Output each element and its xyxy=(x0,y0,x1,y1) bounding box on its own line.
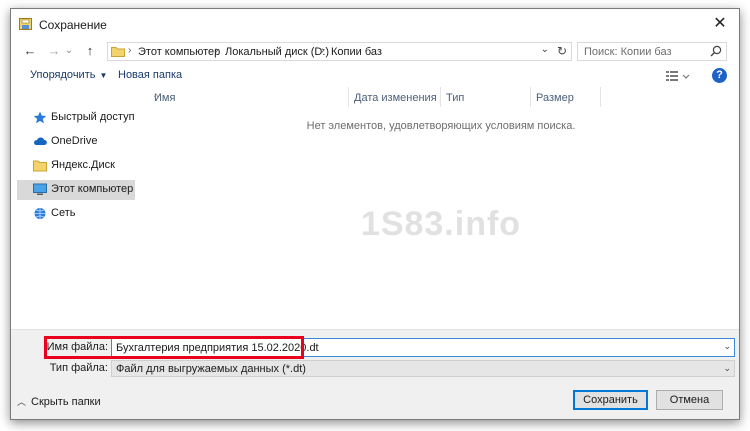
app-icon xyxy=(19,18,32,30)
sidebar-item-label: Быстрый доступ xyxy=(51,111,135,123)
sidebar-item-yandex-disk[interactable]: Яндекс.Диск xyxy=(17,156,135,176)
refresh-button[interactable]: ↻ xyxy=(557,44,567,58)
column-divider[interactable] xyxy=(600,87,601,107)
column-header-label: Тип xyxy=(446,92,465,104)
breadcrumb-separator: › xyxy=(321,45,325,56)
recent-locations-button[interactable]: ⌄ xyxy=(63,42,75,60)
forward-button[interactable]: → xyxy=(45,42,63,60)
column-header-label: Дата изменения xyxy=(354,92,437,104)
back-button[interactable]: ← xyxy=(21,42,39,60)
computer-icon xyxy=(33,183,47,195)
toolbar: Упорядочить ▼ Новая папка ? xyxy=(11,65,739,87)
cancel-button[interactable]: Отмена xyxy=(656,390,723,410)
sidebar-item-label: Этот компьютер xyxy=(51,183,134,195)
cloud-icon xyxy=(34,137,47,145)
star-icon xyxy=(33,111,47,124)
breadcrumb-this-pc[interactable]: Этот компьютер xyxy=(138,46,220,58)
column-header-type[interactable]: Тип xyxy=(440,89,530,109)
breadcrumb-separator: › xyxy=(128,45,132,56)
breadcrumb-disk-d[interactable]: Локальный диск (D:) xyxy=(225,46,329,58)
sidebar-item-onedrive[interactable]: OneDrive xyxy=(17,132,135,152)
new-folder-button[interactable]: Новая папка xyxy=(118,69,182,81)
sort-ascending-icon: ^ xyxy=(154,92,159,102)
column-header-label: Размер xyxy=(536,92,574,104)
navigation-bar: ← → ⌄ ↑ › Этот компьютер › Локальный дис… xyxy=(11,39,739,65)
address-bar[interactable]: › Этот компьютер › Локальный диск (D:) ›… xyxy=(107,42,572,61)
network-icon xyxy=(34,208,46,219)
window-title: Сохранение xyxy=(39,18,107,32)
title-bar: Сохранение ✕ xyxy=(11,9,739,39)
sidebar-item-network[interactable]: Сеть xyxy=(17,204,135,224)
sidebar-item-this-pc[interactable]: Этот компьютер xyxy=(17,180,135,200)
hide-folders-button[interactable]: ︿ Скрыть папки xyxy=(17,395,101,408)
column-header-name[interactable]: Имя ^ xyxy=(148,89,348,109)
close-button[interactable]: ✕ xyxy=(709,14,731,34)
filetype-select[interactable]: Файл для выгружаемых данных (*.dt) ⌄ xyxy=(111,360,735,377)
breadcrumb-separator: › xyxy=(215,45,219,56)
highlight-frame xyxy=(44,336,304,359)
help-icon[interactable]: ? xyxy=(712,68,727,83)
file-list[interactable]: Имя ^ Дата изменения Тип Размер Нет элем… xyxy=(143,87,739,329)
chevron-up-icon: ︿ xyxy=(17,397,27,407)
folder-icon xyxy=(33,160,47,172)
sidebar-item-quick-access[interactable]: Быстрый доступ xyxy=(17,108,135,128)
navigation-pane: Быстрый доступ OneDrive Яндекс.Диск Этот… xyxy=(11,87,143,329)
search-box[interactable]: Поиск: Копии баз xyxy=(577,42,727,61)
sidebar-item-label: Яндекс.Диск xyxy=(51,159,115,171)
organize-label: Упорядочить xyxy=(30,69,96,81)
filetype-value: Файл для выгружаемых данных (*.dt) xyxy=(116,363,306,375)
address-dropdown-button[interactable]: ⌄ xyxy=(541,44,549,55)
save-dialog: Сохранение ✕ ← → ⌄ ↑ › Этот компьютер › … xyxy=(10,8,740,420)
empty-folder-message: Нет элементов, удовлетворяющих условиям … xyxy=(306,120,576,132)
search-icon xyxy=(710,45,722,57)
caret-down-icon: ▼ xyxy=(99,71,108,80)
column-header-size[interactable]: Размер xyxy=(530,89,600,109)
column-header-date-modified[interactable]: Дата изменения xyxy=(348,89,440,109)
view-options-icon[interactable] xyxy=(666,70,690,82)
organize-menu-button[interactable]: Упорядочить ▼ xyxy=(30,69,107,81)
chevron-down-icon[interactable]: ⌄ xyxy=(723,363,731,374)
save-form-panel: Имя файла: Бухгалтерия предприятия 15.02… xyxy=(11,329,739,419)
watermark: 1S83.info xyxy=(360,205,522,243)
up-button[interactable]: ↑ xyxy=(81,42,99,60)
sidebar-item-label: Сеть xyxy=(51,207,76,219)
filetype-label: Тип файла: xyxy=(49,362,108,374)
save-button[interactable]: Сохранить xyxy=(573,390,648,410)
sidebar-item-label: OneDrive xyxy=(51,135,98,147)
search-input[interactable]: Поиск: Копии баз xyxy=(584,46,672,58)
breadcrumb-backups[interactable]: Копии баз xyxy=(331,46,382,58)
folder-icon xyxy=(111,47,125,57)
chevron-down-icon[interactable]: ⌄ xyxy=(723,341,731,352)
hide-folders-label: Скрыть папки xyxy=(31,396,101,408)
